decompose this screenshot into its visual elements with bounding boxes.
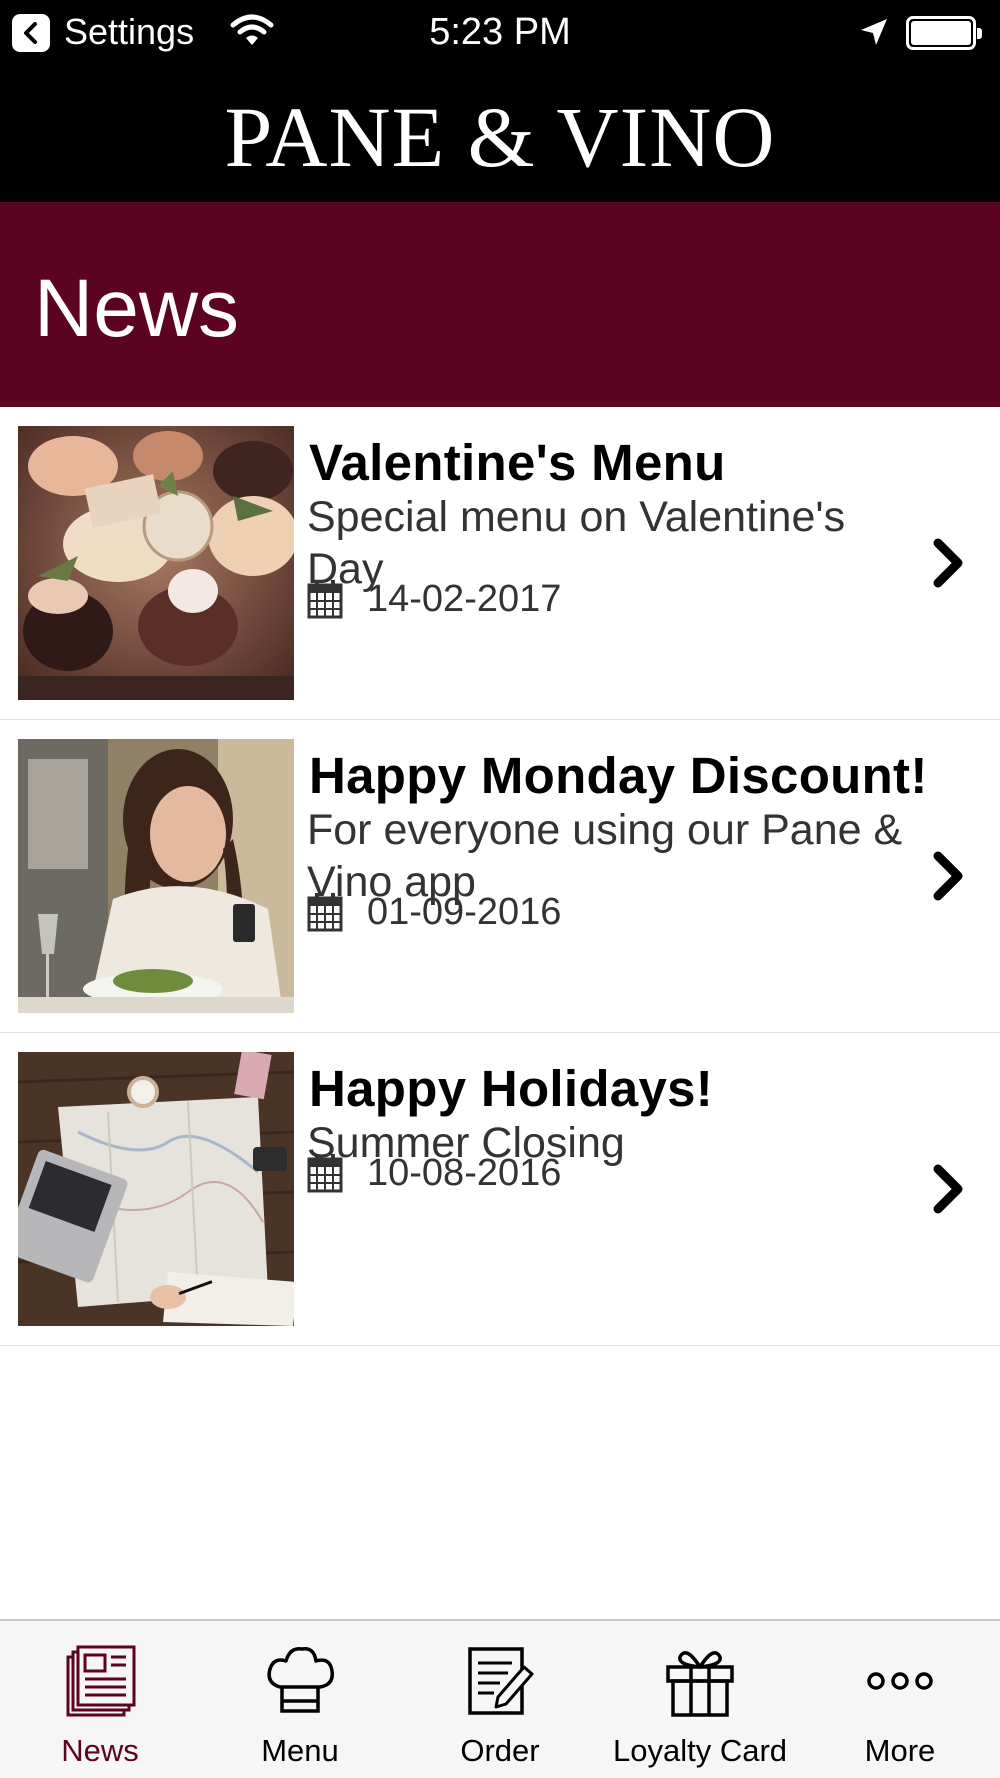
news-date-text: 01-09-2016	[367, 891, 562, 933]
status-bar: Settings 5:23 PM	[0, 0, 1000, 66]
news-date-text: 10-08-2016	[367, 1152, 562, 1194]
news-list: Valentine's Menu Special menu on Valenti…	[0, 407, 1000, 1346]
tab-label: Menu	[261, 1733, 339, 1768]
news-date-text: 14-02-2017	[367, 578, 562, 620]
tab-more[interactable]: More	[800, 1621, 1000, 1778]
brand-logo: PANE & VINO	[224, 89, 776, 185]
calendar-icon	[307, 1154, 343, 1193]
news-item-happy-holidays[interactable]: Happy Holidays! Summer Closing 10-08-201…	[0, 1033, 1000, 1346]
calendar-icon	[307, 893, 343, 932]
tab-label: More	[864, 1733, 936, 1768]
tab-label: Order	[460, 1733, 540, 1768]
battery-icon	[906, 16, 982, 50]
location-arrow-icon	[861, 19, 887, 45]
page-header: News	[0, 202, 1000, 407]
gift-icon	[666, 1651, 734, 1717]
news-title: Happy Monday Discount!	[309, 747, 928, 804]
chevron-right-icon[interactable]	[930, 538, 966, 588]
chevron-right-icon[interactable]	[930, 851, 966, 901]
more-dots-icon	[867, 1672, 933, 1690]
tab-menu[interactable]: Menu	[200, 1621, 400, 1778]
news-title: Valentine's Menu	[309, 434, 726, 491]
news-title: Happy Holidays!	[309, 1060, 714, 1117]
tab-label: News	[61, 1733, 139, 1768]
news-thumbnail-cupcakes	[18, 426, 294, 700]
tab-news[interactable]: News	[0, 1621, 200, 1778]
tab-order[interactable]: Order	[400, 1621, 600, 1778]
page-title: News	[34, 263, 240, 354]
chevron-right-icon[interactable]	[930, 1164, 966, 1214]
news-thumbnail-woman-phone	[18, 739, 294, 1013]
calendar-icon	[307, 580, 343, 619]
tab-label: Loyalty Card	[612, 1733, 788, 1768]
status-time: 5:23 PM	[429, 11, 571, 53]
news-item-valentines-menu[interactable]: Valentine's Menu Special menu on Valenti…	[0, 407, 1000, 720]
tab-loyalty-card[interactable]: Loyalty Card	[600, 1621, 800, 1778]
order-form-icon	[468, 1647, 534, 1715]
brand-header: PANE & VINO	[0, 66, 1000, 202]
news-item-happy-monday-discount[interactable]: Happy Monday Discount! For everyone usin…	[0, 720, 1000, 1033]
newspaper-icon	[66, 1645, 136, 1717]
tab-bar: News Menu Order Loyalty Card More	[0, 1619, 1000, 1778]
news-thumbnail-travel-map	[18, 1052, 294, 1326]
chef-hat-icon	[267, 1647, 334, 1713]
